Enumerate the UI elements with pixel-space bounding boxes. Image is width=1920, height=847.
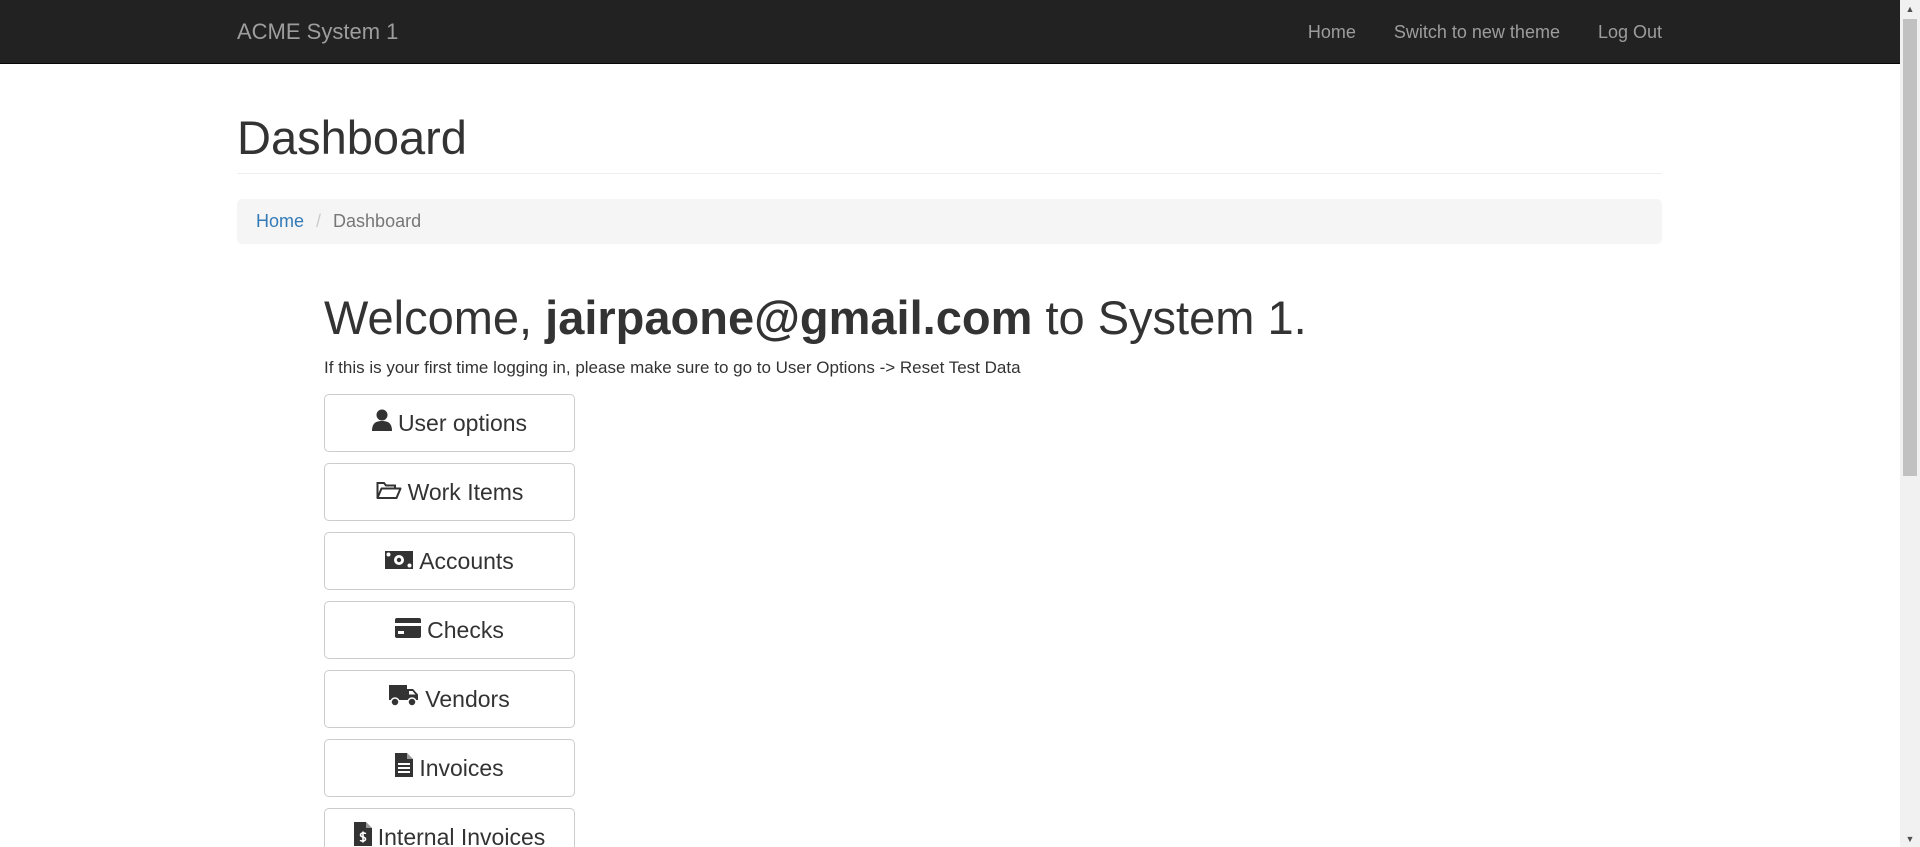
checks-button[interactable]: Checks	[324, 601, 575, 659]
menu-label: Accounts	[419, 547, 514, 574]
file-invoice-dollar-icon	[353, 822, 378, 847]
nav-logout-link[interactable]: Log Out	[1598, 20, 1662, 44]
breadcrumb-current: Dashboard	[333, 211, 422, 231]
truck-icon	[389, 685, 425, 713]
welcome-suffix: to System 1.	[1032, 291, 1307, 344]
user-icon	[371, 409, 398, 437]
credit-card-icon	[395, 617, 427, 644]
nav-home-link[interactable]: Home	[1308, 20, 1356, 44]
folder-open-icon	[376, 479, 408, 506]
nav-links: Home Switch to new theme Log Out	[1270, 0, 1662, 64]
vertical-scrollbar[interactable]: ▲ ▼	[1900, 0, 1920, 847]
vendors-button[interactable]: Vendors	[324, 670, 575, 728]
title-divider	[237, 173, 1662, 174]
breadcrumb-separator: /	[316, 211, 322, 231]
work-items-button[interactable]: Work Items	[324, 463, 575, 521]
accounts-button[interactable]: Accounts	[324, 532, 575, 590]
scroll-down-arrow-icon[interactable]: ▼	[1900, 830, 1920, 847]
page-title: Dashboard	[237, 111, 467, 164]
scrollbar-thumb[interactable]	[1903, 19, 1917, 476]
file-text-icon	[395, 753, 419, 783]
menu-label: Work Items	[407, 478, 524, 505]
welcome-prefix: Welcome,	[324, 291, 546, 344]
brand-link[interactable]: ACME System 1	[237, 20, 398, 44]
first-login-note: If this is your first time logging in, p…	[324, 358, 1021, 377]
menu-label: Vendors	[425, 685, 510, 712]
breadcrumb: Home / Dashboard	[237, 199, 1662, 244]
nav-switch-theme-link[interactable]: Switch to new theme	[1394, 20, 1560, 44]
breadcrumb-home-link[interactable]: Home	[256, 211, 304, 232]
welcome-user: jairpaone@gmail.com	[545, 291, 1033, 344]
internal-invoices-button[interactable]: Internal Invoices	[324, 808, 575, 847]
scroll-up-arrow-icon[interactable]: ▲	[1900, 0, 1920, 17]
menu-label: Invoices	[419, 754, 504, 781]
dashboard-menu: User options Work Items Accounts Checks	[324, 394, 575, 847]
money-icon	[385, 548, 419, 575]
welcome-heading: Welcome, jairpaone@gmail.com to System 1…	[324, 290, 1307, 346]
top-navbar: ACME System 1 Home Switch to new theme L…	[0, 0, 1900, 64]
menu-label: User options	[397, 409, 528, 436]
menu-label: Internal Invoices	[377, 823, 546, 847]
user-options-button[interactable]: User options	[324, 394, 575, 452]
invoices-button[interactable]: Invoices	[324, 739, 575, 797]
page-viewport: ACME System 1 Home Switch to new theme L…	[0, 0, 1900, 847]
menu-label: Checks	[427, 616, 504, 643]
